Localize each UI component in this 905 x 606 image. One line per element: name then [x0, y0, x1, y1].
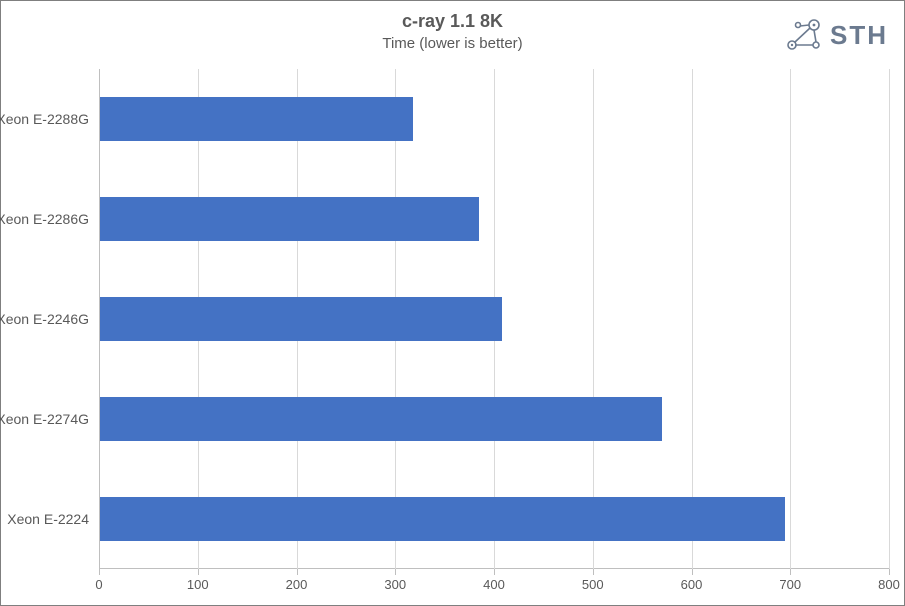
y-tick-label: Xeon E-2286G [0, 211, 99, 227]
x-tick-label: 0 [95, 577, 102, 592]
bar [100, 97, 413, 141]
sth-logo: STH [784, 15, 888, 55]
x-tick [99, 569, 100, 575]
y-tick-label: Xeon E-2288G [0, 111, 99, 127]
bar [100, 297, 502, 341]
grid-line [790, 69, 791, 569]
x-tick-label: 500 [582, 577, 604, 592]
logo-text: STH [830, 20, 888, 51]
bar [100, 197, 479, 241]
chart-titles: c-ray 1.1 8K Time (lower is better) [1, 1, 904, 53]
x-tick [297, 569, 298, 575]
plot-area: 0100200300400500600700800Xeon E-2288GXeo… [99, 69, 889, 569]
chart-frame: c-ray 1.1 8K Time (lower is better) STH [0, 0, 905, 606]
grid-line [593, 69, 594, 569]
x-tick [494, 569, 495, 575]
x-tick-label: 600 [681, 577, 703, 592]
x-tick [692, 569, 693, 575]
x-tick-label: 300 [384, 577, 406, 592]
x-tick-label: 100 [187, 577, 209, 592]
y-tick-label: Xeon E-2224 [7, 511, 99, 527]
grid-line [889, 69, 890, 569]
network-icon [784, 15, 824, 55]
x-tick [395, 569, 396, 575]
x-tick [790, 569, 791, 575]
x-tick [889, 569, 890, 575]
y-tick-label: Xeon E-2246G [0, 311, 99, 327]
x-tick [198, 569, 199, 575]
x-tick-label: 700 [779, 577, 801, 592]
bar [100, 497, 785, 541]
bar [100, 397, 662, 441]
x-tick-label: 200 [286, 577, 308, 592]
y-tick-label: Xeon E-2274G [0, 411, 99, 427]
x-tick-label: 800 [878, 577, 900, 592]
grid-line [692, 69, 693, 569]
chart-title: c-ray 1.1 8K [1, 11, 904, 33]
x-tick [593, 569, 594, 575]
x-tick-label: 400 [483, 577, 505, 592]
chart-subtitle: Time (lower is better) [1, 35, 904, 53]
